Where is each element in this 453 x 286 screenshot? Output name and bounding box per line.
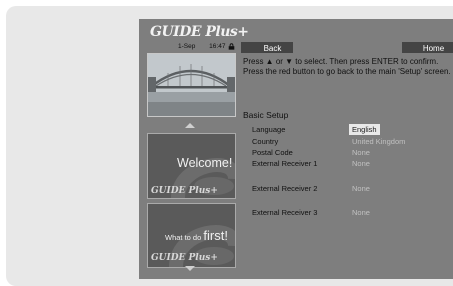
welcome-text: Welcome! xyxy=(177,156,233,170)
section-title: Basic Setup xyxy=(243,110,289,120)
back-button[interactable]: Back xyxy=(241,42,293,53)
setting-value-external-receiver-2[interactable]: None xyxy=(352,184,370,193)
guide-plus-logo-small: GUIDE Plus+ xyxy=(151,186,218,196)
logo-text: GUIDE Plus+ xyxy=(151,253,218,263)
setting-value-postal-code[interactable]: None xyxy=(352,148,370,157)
logo-text: GUIDE Plus+ xyxy=(151,186,218,196)
setting-label-postal-code: Postal Code xyxy=(252,148,293,157)
setting-label-external-receiver-1: External Receiver 1 xyxy=(252,159,318,168)
what-to-do-label: What to do xyxy=(165,233,202,242)
time-label: 16:47 xyxy=(209,43,226,50)
home-button[interactable]: Home xyxy=(402,42,453,53)
bridge-image xyxy=(148,54,235,116)
setting-value-external-receiver-1[interactable]: None xyxy=(352,159,370,168)
setting-value-country[interactable]: United Kingdom xyxy=(352,137,405,146)
date-label: 1-Sep xyxy=(178,43,196,50)
setting-label-external-receiver-3: External Receiver 3 xyxy=(252,208,318,217)
guide-plus-logo-small: GUIDE Plus+ xyxy=(151,253,218,263)
down-arrow-icon[interactable] xyxy=(185,266,195,271)
setting-label-external-receiver-2: External Receiver 2 xyxy=(252,184,318,193)
instructions-text: Press ▲ or ▼ to select. Then press ENTER… xyxy=(243,57,451,76)
logo-text: GUIDE Plus+ xyxy=(150,24,249,40)
setting-value-language[interactable]: English xyxy=(349,124,380,135)
first-label: first! xyxy=(203,228,228,243)
setting-value-external-receiver-3[interactable]: None xyxy=(352,208,370,217)
what-to-do-first-text: What to do first! xyxy=(165,228,228,243)
up-arrow-icon[interactable] xyxy=(185,123,195,128)
guide-plus-logo: GUIDE Plus+ xyxy=(150,24,249,40)
setting-label-language: Language xyxy=(252,125,286,134)
date-time-bar: 1-Sep 16:47 xyxy=(178,43,225,50)
preview-photo-harbour-bridge xyxy=(147,53,236,117)
setting-label-country: Country xyxy=(252,137,279,146)
lock-icon xyxy=(228,43,235,50)
